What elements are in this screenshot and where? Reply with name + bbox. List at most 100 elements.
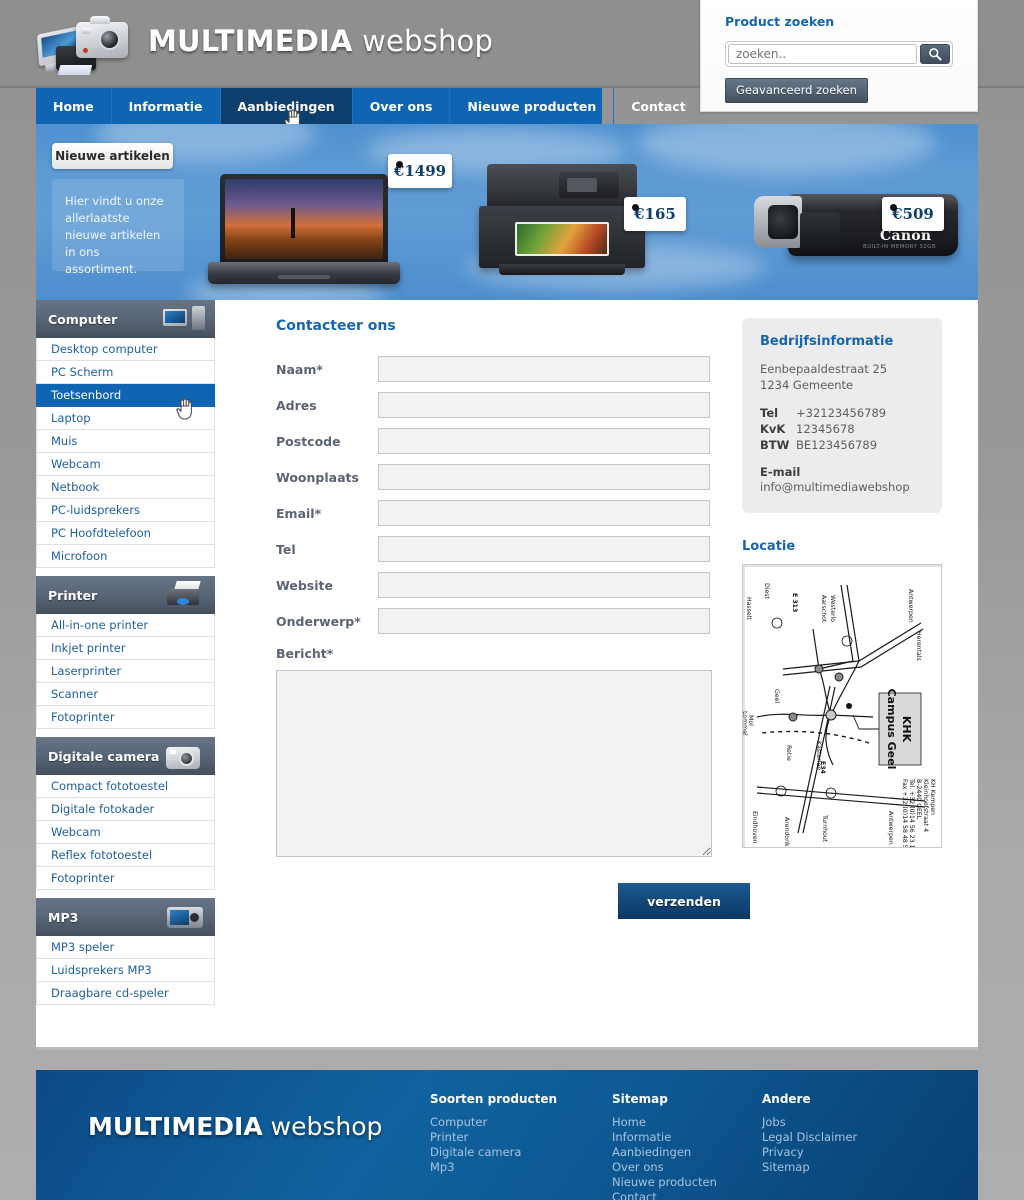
svg-text:KHK: KHK [900, 716, 913, 743]
nav-item-home[interactable]: Home [36, 88, 112, 124]
footer-column-soorten-producten: Soorten producten Computer Printer Digitale… [430, 1092, 557, 1175]
svg-text:Mol: Mol [747, 715, 754, 726]
sidebar-item-luidsprekers-mp3[interactable]: Luidsprekers MP3 [36, 959, 215, 982]
search-button[interactable] [920, 44, 950, 64]
footer-link-contact[interactable]: Contact [612, 1190, 717, 1200]
footer-link-over-ons[interactable]: Over ons [612, 1160, 717, 1175]
location-title: Locatie [742, 539, 796, 554]
camera-icon [163, 742, 207, 770]
field-input-adres[interactable] [378, 392, 710, 418]
svg-text:Campus Geel: Campus Geel [885, 689, 898, 770]
sidebar-item-pc-luidsprekers[interactable]: PC-luidsprekers [36, 499, 215, 522]
svg-text:Kleinhoefstraat 4: Kleinhoefstraat 4 [922, 779, 929, 832]
sidebar-item-webcam[interactable]: Webcam [36, 453, 215, 476]
category-header-digitale-camera[interactable]: Digitale camera [36, 737, 215, 775]
multimedia-devices-logo-icon [36, 10, 128, 72]
svg-text:Arendonk: Arendonk [783, 817, 790, 847]
location-map[interactable]: KHK Campus Geel Antwerpen Herentals West… [742, 564, 942, 848]
footer-link-legal-disclaimer[interactable]: Legal Disclaimer [762, 1130, 857, 1145]
footer-column-andere: Andere Jobs Legal Disclaimer Privacy Sitemap [762, 1092, 857, 1175]
footer-brand-light: webshop [270, 1112, 383, 1141]
sidebar-item-reflex-fototoestel[interactable]: Reflex fototoestel [36, 844, 215, 867]
sidebar-item-laptop[interactable]: Laptop [36, 407, 215, 430]
footer-column-title: Andere [762, 1092, 811, 1106]
footer-link-aanbiedingen[interactable]: Aanbiedingen [612, 1145, 717, 1160]
category-header-mp3[interactable]: MP3 [36, 898, 215, 936]
message-textarea[interactable] [276, 670, 712, 857]
search-panel-title: Product zoeken [725, 14, 835, 29]
category-header-computer[interactable]: Computer [36, 300, 215, 338]
sidebar-item-inkjet-printer[interactable]: Inkjet printer [36, 637, 215, 660]
sidebar-item-scanner[interactable]: Scanner [36, 683, 215, 706]
business-row-value: +32123456789 [796, 406, 887, 420]
search-input[interactable] [728, 44, 917, 64]
business-row-key: Tel [760, 406, 779, 420]
nav-item-informatie[interactable]: Informatie [112, 88, 221, 124]
submit-button[interactable]: verzenden [618, 883, 750, 919]
footer-link-nieuwe-producten[interactable]: Nieuwe producten [612, 1175, 717, 1190]
field-label-website: Website [276, 577, 333, 593]
price-tag-printer: €165 [624, 197, 686, 231]
footer-link-printer[interactable]: Printer [430, 1130, 557, 1145]
advanced-search-button[interactable]: Geavanceerd zoeken [725, 78, 868, 103]
sidebar-item-fotoprinter[interactable]: Fotoprinter [36, 867, 215, 890]
sidebar-item-desktop-computer[interactable]: Desktop computer [36, 338, 215, 361]
business-row-value: BE123456789 [796, 438, 878, 452]
field-input-woonplaats[interactable] [378, 464, 710, 490]
field-input-email-[interactable] [378, 500, 710, 526]
price-tag-laptop: €1499 [388, 154, 452, 188]
sidebar-item-toetsenbord[interactable]: Toetsenbord [36, 384, 215, 407]
desktop-computer-icon [163, 305, 207, 333]
sidebar-item-draagbare-cd-speler[interactable]: Draagbare cd-speler [36, 982, 215, 1005]
footer-link-informatie[interactable]: Informatie [612, 1130, 717, 1145]
field-input-onderwerp-[interactable] [378, 608, 710, 634]
category-header-printer[interactable]: Printer [36, 576, 215, 614]
category-title: Computer [48, 311, 118, 327]
business-row-key: KvK [760, 422, 786, 436]
footer-link-mp3[interactable]: Mp3 [430, 1160, 557, 1175]
svg-text:Hasselt: Hasselt [745, 597, 752, 620]
sidebar-item-webcam[interactable]: Webcam [36, 821, 215, 844]
site-logo[interactable]: MULTIMEDIA webshop [36, 10, 493, 72]
nav-item-contact[interactable]: Contact [614, 88, 702, 124]
sidebar-item-compact-fototoestel[interactable]: Compact fototoestel [36, 775, 215, 798]
business-email-label: E-mail [760, 465, 801, 479]
footer-link-sitemap[interactable]: Sitemap [762, 1160, 857, 1175]
sidebar-item-microfoon[interactable]: Microfoon [36, 545, 215, 568]
footer-link-privacy[interactable]: Privacy [762, 1145, 857, 1160]
nav-item-nieuwe-producten[interactable]: Nieuwe producten [450, 88, 615, 124]
nav-item-over-ons[interactable]: Over ons [353, 88, 451, 124]
product-search-panel: Product zoeken Geavanceerd zoeken [700, 0, 978, 112]
sidebar-item-digitale-fotokader[interactable]: Digitale fotokader [36, 798, 215, 821]
sidebar-item-mp3-speler[interactable]: MP3 speler [36, 936, 215, 959]
nav-item-aanbiedingen[interactable]: Aanbiedingen [220, 88, 353, 124]
footer-link-home[interactable]: Home [612, 1115, 717, 1130]
field-input-postcode[interactable] [378, 428, 710, 454]
banner-product-printer[interactable] [479, 164, 645, 294]
submit-row: verzenden [276, 861, 750, 919]
footer-column-title: Soorten producten [430, 1092, 558, 1106]
field-input-tel[interactable] [378, 536, 710, 562]
sidebar-item-all-in-one-printer[interactable]: All-in-one printer [36, 614, 215, 637]
new-articles-button[interactable]: Nieuwe artikelen [52, 143, 173, 169]
sidebar-item-pc-hoofdtelefoon[interactable]: PC Hoofdtelefoon [36, 522, 215, 545]
category-spacer [36, 890, 215, 898]
sidebar-item-laserprinter[interactable]: Laserprinter [36, 660, 215, 683]
price-value: €509 [892, 205, 934, 223]
field-label-postcode: Postcode [276, 433, 341, 449]
sidebar-item-fotoprinter[interactable]: Fotoprinter [36, 706, 215, 729]
banner-product-laptop[interactable] [208, 174, 400, 294]
field-input-website[interactable] [378, 572, 710, 598]
sidebar-item-netbook[interactable]: Netbook [36, 476, 215, 499]
brand-light: webshop [362, 23, 494, 58]
price-tag-camcorder: €509 [882, 197, 944, 231]
business-row: KvK 12345678 [760, 421, 924, 437]
footer-link-digitale-camera[interactable]: Digitale camera [430, 1145, 557, 1160]
field-label-email-: Email* [276, 505, 322, 521]
sidebar-item-muis[interactable]: Muis [36, 430, 215, 453]
category-list: MP3 speler Luidsprekers MP3 Draagbare cd-s… [36, 936, 215, 1005]
footer-link-jobs[interactable]: Jobs [762, 1115, 857, 1130]
footer-link-computer[interactable]: Computer [430, 1115, 557, 1130]
field-input-naam-[interactable] [378, 356, 710, 382]
sidebar-item-pc-scherm[interactable]: PC Scherm [36, 361, 215, 384]
